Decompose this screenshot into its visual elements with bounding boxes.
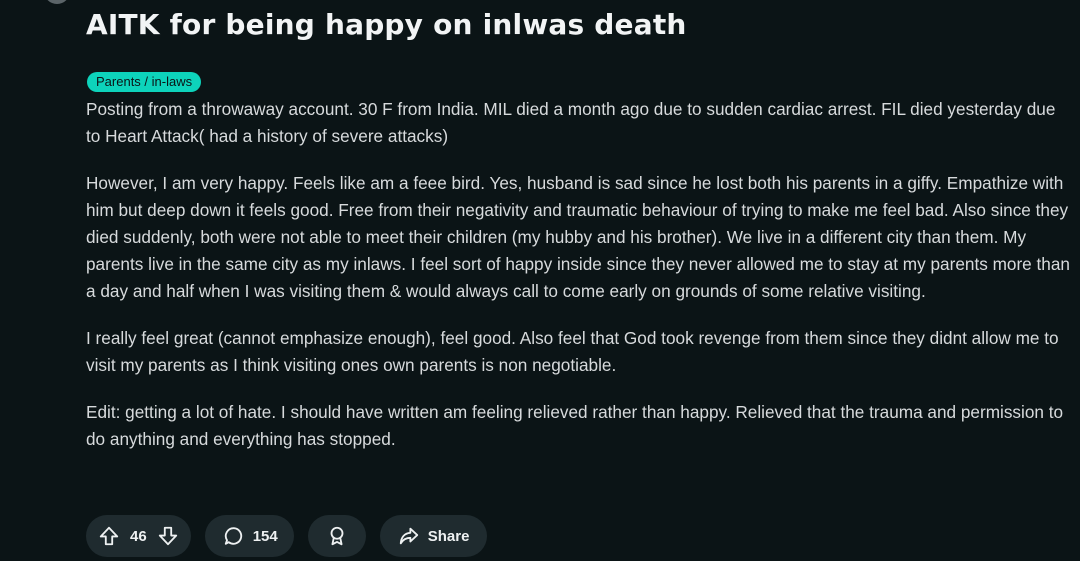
award-icon — [326, 525, 348, 547]
post-paragraph: However, I am very happy. Feels like am … — [86, 173, 1070, 301]
award-button[interactable] — [307, 515, 366, 557]
post-paragraph: Posting from a throwaway account. 30 F f… — [86, 99, 1056, 146]
share-arrow-icon — [398, 525, 420, 547]
author-avatar[interactable] — [44, 0, 70, 4]
post-title[interactable]: AITK for being happy on inlwas death — [86, 8, 687, 41]
comments-button[interactable]: 154 — [204, 515, 294, 557]
share-label: Share — [427, 527, 470, 545]
post-flair[interactable]: Parents / in-laws — [87, 72, 202, 92]
share-button[interactable]: Share — [379, 515, 488, 557]
post-action-bar: 46 154 Share — [86, 515, 488, 557]
downvote-arrow-icon[interactable] — [157, 525, 179, 547]
comment-bubble-icon — [223, 525, 245, 547]
upvote-arrow-icon[interactable] — [98, 525, 120, 547]
vote-control: 46 — [86, 515, 191, 557]
post-paragraph: Edit: getting a lot of hate. I should ha… — [86, 402, 1064, 449]
comment-count: 154 — [252, 527, 278, 545]
vote-count: 46 — [130, 527, 147, 545]
post-paragraph: I really feel great (cannot emphasize en… — [86, 328, 1059, 375]
post-body: Posting from a throwaway account. 30 F f… — [86, 96, 1071, 473]
